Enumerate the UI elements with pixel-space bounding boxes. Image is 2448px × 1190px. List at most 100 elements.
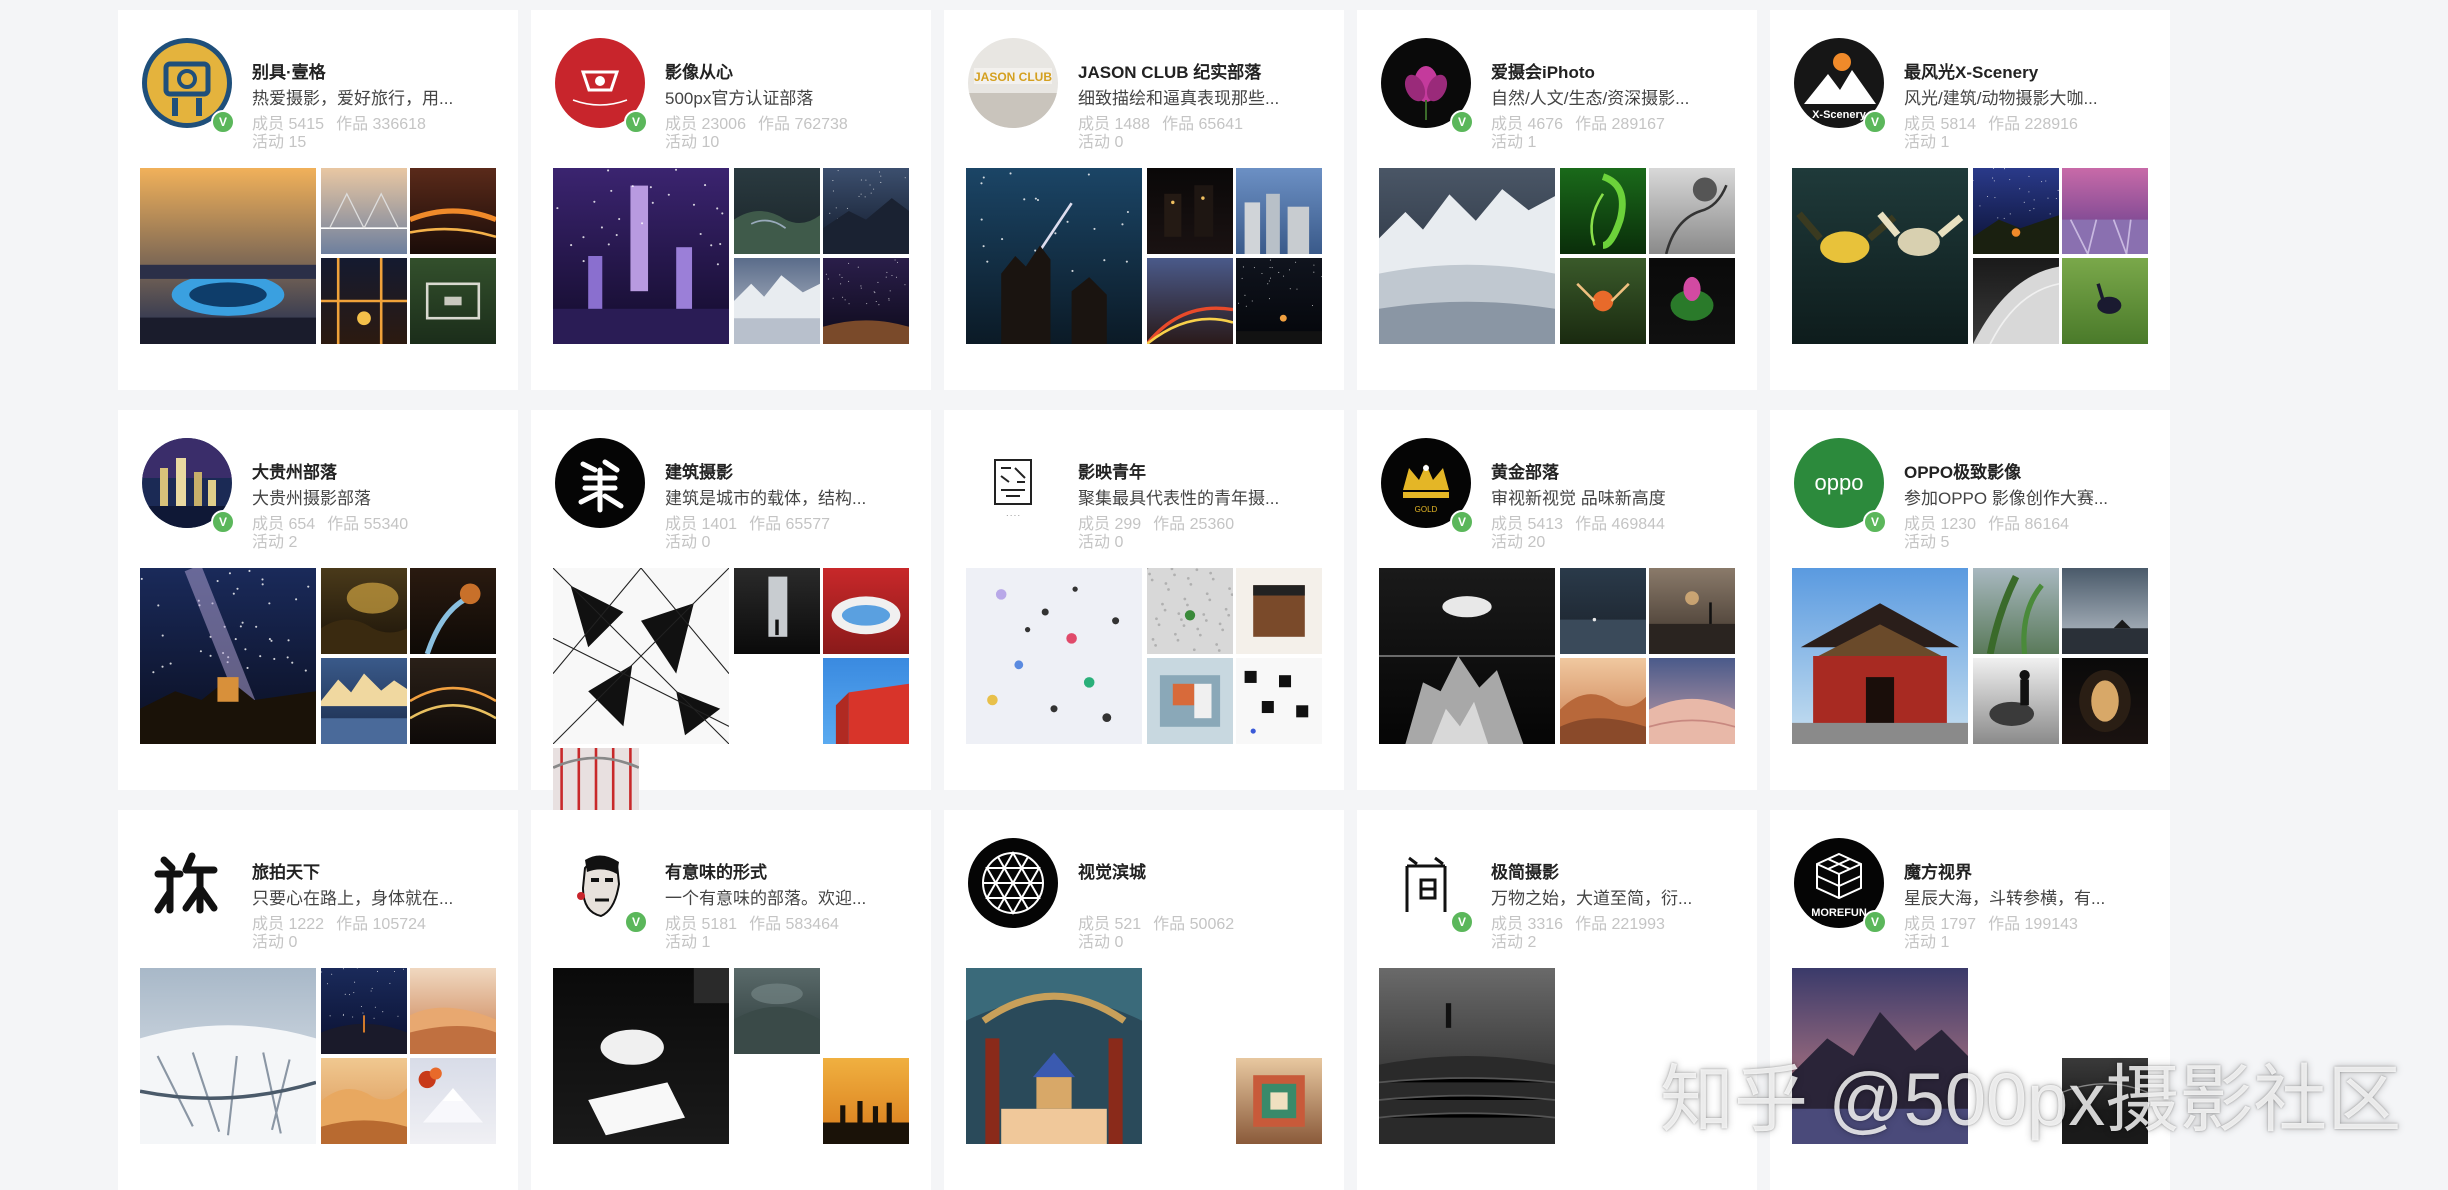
- tribe-photo-thumbnail[interactable]: [1147, 258, 1233, 344]
- tribe-photo-thumbnail[interactable]: [1236, 168, 1322, 254]
- tribe-photo-thumbnail[interactable]: [553, 748, 639, 814]
- calligraphy-avatar[interactable]: [142, 838, 232, 928]
- tribe-photo-thumbnail[interactable]: [1973, 258, 2059, 344]
- tribe-photo-thumbnail[interactable]: [321, 1058, 407, 1144]
- tribe-name[interactable]: 建筑摄影: [665, 458, 905, 483]
- tribe-photo-thumbnail[interactable]: [2062, 168, 2148, 254]
- tribe-name[interactable]: JASON CLUB 纪实部落: [1078, 58, 1318, 83]
- works-label: 作品: [1988, 916, 2021, 933]
- tribe-photo-thumbnail[interactable]: [2062, 258, 2148, 344]
- tribe-photo-thumbnail[interactable]: [823, 1058, 909, 1144]
- tribe-photo-thumbnail[interactable]: [1236, 258, 1322, 344]
- tribe-name[interactable]: 最风光X-Scenery: [1904, 58, 2144, 83]
- tribe-photo-thumbnail[interactable]: [1792, 568, 1968, 744]
- tribe-photo-thumbnail[interactable]: [1649, 258, 1735, 344]
- tribe-photo-thumbnail[interactable]: [410, 658, 496, 744]
- activity-count: 0: [1114, 534, 1124, 551]
- tribe-photo-thumbnail[interactable]: [966, 568, 1142, 744]
- tribe-name[interactable]: 影映青年: [1078, 458, 1318, 483]
- tribe-card[interactable]: V 有意味的形式 一个有意味的部落。欢迎... 成员 5181 作品 583464 活动 …: [531, 810, 931, 1190]
- tribe-photo-thumbnail[interactable]: [321, 568, 407, 654]
- tribe-photo-thumbnail[interactable]: [734, 258, 820, 344]
- tribe-photo-thumbnail[interactable]: [1236, 658, 1322, 744]
- tribe-photo-thumbnail[interactable]: [1560, 258, 1646, 344]
- calligraphy-avatar[interactable]: [555, 438, 645, 528]
- tribe-photo-thumbnail[interactable]: [1649, 168, 1735, 254]
- tribe-photo-thumbnail[interactable]: [1649, 658, 1735, 744]
- tribe-photo-thumbnail[interactable]: [410, 968, 496, 1054]
- tribe-photo-thumbnail[interactable]: [966, 968, 1142, 1144]
- tribe-photo-thumbnail[interactable]: [1236, 568, 1322, 654]
- tribe-photo-thumbnail[interactable]: [140, 968, 316, 1144]
- tribe-card[interactable]: 视觉滨城 成员 521 作品 50062 活动 0: [944, 810, 1344, 1190]
- tribe-activity: 活动 5: [1904, 528, 1949, 552]
- tribe-photo-thumbnail[interactable]: [823, 258, 909, 344]
- tribe-photo-thumbnail[interactable]: [1792, 168, 1968, 344]
- tribe-photo-thumbnail[interactable]: [410, 1058, 496, 1144]
- tribe-card[interactable]: oppo V OPPO极致影像 参加OPPO 影像创作大赛... 成员 1230 作品 8…: [1770, 410, 2170, 790]
- tribe-name[interactable]: 旅拍天下: [252, 858, 492, 883]
- tribe-photo-thumbnail[interactable]: [410, 258, 496, 344]
- tribe-photo-thumbnail[interactable]: [553, 568, 729, 744]
- tribe-photo-thumbnail[interactable]: [823, 568, 909, 654]
- tribe-name[interactable]: 大贵州部落: [252, 458, 492, 483]
- tribe-photo-thumbnail[interactable]: [1973, 658, 2059, 744]
- tribe-card[interactable]: X-Scenery V 最风光X-Scenery 风光/建筑/动物摄影大咖... 成员 …: [1770, 10, 2170, 390]
- tribe-photo-thumbnail[interactable]: [966, 168, 1142, 344]
- tribe-photo-thumbnail[interactable]: [140, 168, 316, 344]
- seal-logo-avatar[interactable]: . . . .: [968, 438, 1058, 528]
- tribe-photo-thumbnail[interactable]: [1147, 168, 1233, 254]
- tribe-card[interactable]: V 别具·壹格 热爱摄影，爱好旅行，用... 成员 5415 作品 336618 活动 1…: [118, 10, 518, 390]
- tribe-name[interactable]: 爱摄会iPhoto: [1491, 58, 1731, 83]
- tribe-photo-thumbnail[interactable]: [1379, 168, 1555, 344]
- tribe-name[interactable]: 影像从心: [665, 58, 905, 83]
- tribe-photo-thumbnail[interactable]: [1560, 168, 1646, 254]
- tribe-photo-thumbnail[interactable]: [734, 568, 820, 654]
- tribe-photo-thumbnail[interactable]: [2062, 658, 2148, 744]
- tribe-name[interactable]: 视觉滨城: [1078, 858, 1318, 883]
- tribe-photo-thumbnail[interactable]: [1973, 568, 2059, 654]
- tribe-name[interactable]: 魔方视界: [1904, 858, 2144, 883]
- tribe-photo-thumbnail[interactable]: [321, 968, 407, 1054]
- tribe-card[interactable]: . . . . 影映青年 聚集最具代表性的青年摄... 成员 299 作品 25360 活…: [944, 410, 1344, 790]
- tribe-photo-thumbnail[interactable]: [1560, 658, 1646, 744]
- tribe-photo-thumbnail[interactable]: [553, 968, 729, 1144]
- works-label: 作品: [1575, 116, 1608, 133]
- svg-text:MOREFUN: MOREFUN: [1811, 907, 1867, 919]
- geometric-logo-avatar[interactable]: [968, 838, 1058, 928]
- tribe-photo-thumbnail[interactable]: [410, 168, 496, 254]
- tribe-photo-thumbnail[interactable]: [1147, 568, 1233, 654]
- tribe-name[interactable]: 别具·壹格: [252, 58, 492, 83]
- tribe-photo-thumbnail[interactable]: [823, 168, 909, 254]
- tribe-photo-thumbnail[interactable]: [2062, 568, 2148, 654]
- jason-club-logo-avatar[interactable]: JASON CLUB: [968, 38, 1058, 128]
- tribe-name[interactable]: 极简摄影: [1491, 858, 1731, 883]
- tribe-photo-thumbnail[interactable]: [1379, 968, 1555, 1144]
- tribe-photo-thumbnail[interactable]: [734, 968, 820, 1054]
- tribe-photo-thumbnail[interactable]: [140, 568, 316, 744]
- tribe-name[interactable]: 黄金部落: [1491, 458, 1731, 483]
- tribe-card[interactable]: V 爱摄会iPhoto 自然/人文/生态/资深摄影... 成员 4676 作品 2891…: [1357, 10, 1757, 390]
- tribe-card[interactable]: JASON CLUB JASON CLUB 纪实部落 细致描绘和逼真表现那些... 成…: [944, 10, 1344, 390]
- tribe-card[interactable]: V 大贵州部落 大贵州摄影部落 成员 654 作品 55340 活动 2: [118, 410, 518, 790]
- tribe-name[interactable]: OPPO极致影像: [1904, 458, 2144, 483]
- tribe-photo-thumbnail[interactable]: [734, 168, 820, 254]
- tribe-card[interactable]: 建筑摄影 建筑是城市的载体，结构... 成员 1401 作品 65577 活动 0: [531, 410, 931, 814]
- tribe-photo-thumbnail[interactable]: [823, 658, 909, 744]
- tribe-photo-thumbnail[interactable]: [321, 168, 407, 254]
- tribe-card[interactable]: 旅拍天下 只要心在路上，身体就在... 成员 1222 作品 105724 活动 0: [118, 810, 518, 1190]
- tribe-card[interactable]: GOLD V 黄金部落 审视新视觉 品味新高度 成员 5413 作品 469844 活动 2…: [1357, 410, 1757, 790]
- tribe-name[interactable]: 有意味的形式: [665, 858, 905, 883]
- tribe-photo-thumbnail[interactable]: [1560, 568, 1646, 654]
- tribe-photo-thumbnail[interactable]: [1973, 168, 2059, 254]
- tribe-photo-thumbnail[interactable]: [321, 658, 407, 744]
- tribe-photo-thumbnail[interactable]: [1236, 1058, 1322, 1144]
- tribe-photo-thumbnail[interactable]: [410, 568, 496, 654]
- tribe-photo-thumbnail[interactable]: [1379, 568, 1555, 744]
- svg-text:X-Scenery: X-Scenery: [1812, 109, 1867, 121]
- tribe-photo-thumbnail[interactable]: [1649, 568, 1735, 654]
- tribe-photo-thumbnail[interactable]: [321, 258, 407, 344]
- tribe-photo-thumbnail[interactable]: [553, 168, 729, 344]
- tribe-photo-thumbnail[interactable]: [1147, 658, 1233, 744]
- tribe-card[interactable]: V 影像从心 500px官方认证部落 成员 23006 作品 762738 活动 10: [531, 10, 931, 390]
